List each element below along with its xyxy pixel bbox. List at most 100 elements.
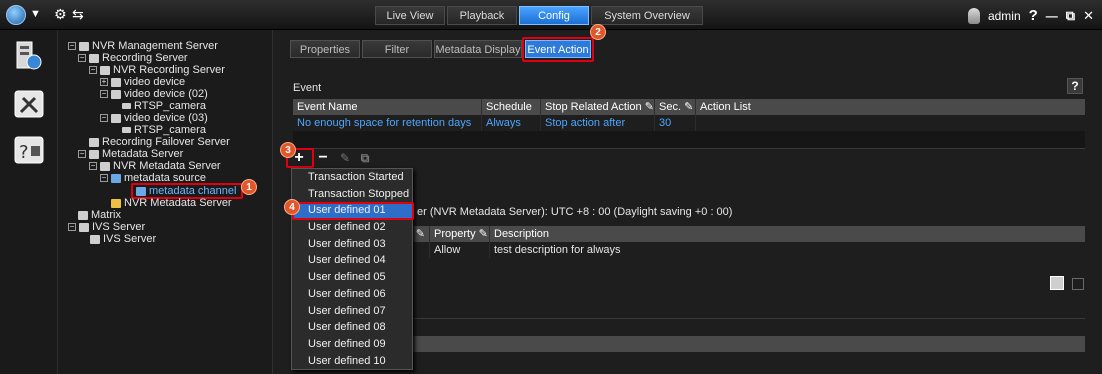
tree-item-video-device[interactable]: + video device	[100, 76, 185, 88]
tree-item-recording-server[interactable]: − Recording Server	[78, 52, 188, 64]
col-action-list: Action List	[700, 101, 751, 113]
col-description: Description	[494, 228, 550, 240]
user-area: admin ? — ⧉ ✕	[967, 6, 1094, 25]
dropdown-item-user-defined-06[interactable]: User defined 06	[292, 286, 412, 303]
timezone-text: er (NVR Metadata Server): UTC +8 : 00 (D…	[417, 206, 733, 218]
collapse-icon[interactable]: −	[89, 66, 97, 74]
management-server-icon	[79, 41, 89, 51]
edit-pencil-icon[interactable]: ✎	[416, 228, 425, 240]
tools-icon[interactable]	[13, 88, 45, 120]
collapse-icon[interactable]: −	[78, 54, 86, 62]
expand-icon[interactable]: +	[100, 78, 108, 86]
collapse-icon[interactable]: −	[100, 90, 108, 98]
device-tree: − NVR Management Server − Recording Server…	[58, 30, 273, 374]
col-property: Property ✎	[430, 226, 490, 242]
table-row[interactable]: No enough space for retention days Alway…	[293, 115, 1085, 131]
dropdown-item-user-defined-04[interactable]: User defined 04	[292, 252, 412, 269]
user-name[interactable]: admin	[988, 9, 1021, 23]
cell-event-name[interactable]: No enough space for retention days	[293, 115, 482, 131]
edit-pencil-icon[interactable]: ✎	[684, 101, 693, 113]
dropdown-item-user-defined-09[interactable]: User defined 09	[292, 336, 412, 353]
collapse-icon[interactable]: −	[100, 114, 108, 122]
tab-playback[interactable]: Playback	[447, 6, 517, 25]
tree-item-nvr-management-server[interactable]: − NVR Management Server	[68, 40, 218, 52]
dropdown-item-transaction-started[interactable]: Transaction Started	[292, 169, 412, 186]
dropdown-item-user-defined-02[interactable]: User defined 02	[292, 219, 412, 236]
tree-item-recording-failover-server[interactable]: Recording Failover Server	[89, 136, 230, 148]
subtab-filter[interactable]: Filter	[362, 40, 432, 58]
close-icon[interactable]: ✕	[1083, 8, 1094, 24]
dropdown-item-user-defined-07[interactable]: User defined 07	[292, 303, 412, 320]
tree-item-nvr-recording-server[interactable]: − NVR Recording Server	[89, 64, 225, 76]
copy-icon[interactable]	[1072, 278, 1084, 290]
left-icon-bar: ?	[0, 30, 58, 374]
top-bar: ▼ ⚙ ⇆ Live View Playback Config System O…	[0, 0, 1102, 30]
dropdown-item-transaction-stopped[interactable]: Transaction Stopped	[292, 186, 412, 203]
chevron-down-icon[interactable]: ▼	[30, 8, 41, 20]
subtab-metadata-display[interactable]: Metadata Display	[434, 40, 522, 58]
tab-system-overview[interactable]: System Overview	[591, 6, 703, 25]
remove-icon[interactable]: −	[316, 150, 330, 166]
help-book-icon[interactable]: ?	[13, 134, 45, 166]
collapse-icon[interactable]: −	[89, 162, 97, 170]
failover-server-icon	[89, 137, 99, 147]
collapse-icon[interactable]: −	[68, 223, 76, 231]
collapse-icon[interactable]: −	[68, 42, 76, 50]
dropdown-item-user-defined-03[interactable]: User defined 03	[292, 236, 412, 253]
subtab-event-action[interactable]: Event Action	[525, 40, 591, 58]
tree-item-ivs-server[interactable]: IVS Server	[90, 233, 156, 245]
collapse-icon[interactable]: −	[100, 174, 108, 182]
metadata-channel-icon	[136, 186, 146, 196]
tree-item-metadata-server[interactable]: − Metadata Server	[78, 148, 183, 160]
tree-item-rtsp-camera[interactable]: RTSP_camera	[122, 124, 206, 136]
collapse-icon[interactable]: −	[78, 150, 86, 158]
cell-stop-related-action[interactable]: Stop action after	[541, 115, 655, 131]
callout-badge-1: 1	[241, 179, 257, 195]
col-sec: Sec. ✎	[655, 99, 696, 115]
tree-item-metadata-channel[interactable]: metadata channel	[136, 185, 236, 197]
subtab-properties[interactable]: Properties	[290, 40, 360, 58]
tab-live-view[interactable]: Live View	[375, 6, 445, 25]
event-help-icon[interactable]: ?	[1067, 78, 1083, 94]
sync-icon[interactable]: ⇆	[72, 6, 84, 23]
cell-property[interactable]: Allow	[430, 242, 490, 258]
dropdown-item-user-defined-08[interactable]: User defined 08	[292, 319, 412, 336]
cell-schedule[interactable]: Always	[482, 115, 541, 131]
ivs-server-icon	[90, 234, 100, 244]
edit-pencil-icon[interactable]: ✎	[479, 228, 488, 240]
cell-action-list[interactable]	[696, 115, 1085, 131]
col-stop-related-action: Stop Related Action ✎	[541, 99, 655, 115]
tree-item-nvr-metadata-server-2[interactable]: NVR Metadata Server	[111, 197, 232, 209]
camera-icon	[122, 127, 131, 133]
camera-icon	[122, 103, 131, 109]
recording-server-icon	[89, 53, 99, 63]
user-icon[interactable]	[967, 7, 980, 24]
edit-pencil-icon[interactable]: ✎	[645, 101, 654, 113]
tree-item-rtsp-camera[interactable]: RTSP_camera	[122, 100, 206, 112]
recording-server-icon	[100, 65, 110, 75]
help-icon[interactable]: ?	[1029, 7, 1038, 24]
restore-icon[interactable]: ⧉	[1066, 8, 1075, 24]
minimize-icon[interactable]: —	[1046, 9, 1058, 23]
cell-sec[interactable]: 30	[655, 115, 696, 131]
metadata-server-icon	[89, 149, 99, 159]
tree-item-video-device-03[interactable]: − video device (03)	[100, 112, 208, 124]
col-schedule: Schedule	[482, 99, 541, 115]
calendar-icon[interactable]	[1050, 276, 1064, 290]
metadata-source-icon	[111, 173, 121, 183]
tree-item-matrix[interactable]: Matrix	[78, 209, 121, 221]
dropdown-item-user-defined-10[interactable]: User defined 10	[292, 353, 412, 370]
dropdown-item-user-defined-05[interactable]: User defined 05	[292, 269, 412, 286]
callout-badge-4: 4	[284, 199, 300, 215]
server-icon[interactable]	[14, 40, 44, 72]
edit-icon[interactable]: ✎	[338, 151, 352, 165]
tab-config[interactable]: Config	[519, 6, 589, 25]
tree-item-video-device-02[interactable]: − video device (02)	[100, 88, 208, 100]
tree-item-nvr-metadata-server[interactable]: − NVR Metadata Server	[89, 160, 221, 172]
cell-description[interactable]: test description for always	[490, 242, 1085, 258]
settings-network-icon[interactable]: ⚙	[54, 6, 67, 23]
app-globe-icon[interactable]	[6, 5, 26, 25]
copy-icon[interactable]: ⧉	[358, 151, 372, 165]
video-device-icon	[111, 77, 121, 87]
tree-item-ivs-server-group[interactable]: − IVS Server	[68, 221, 145, 233]
